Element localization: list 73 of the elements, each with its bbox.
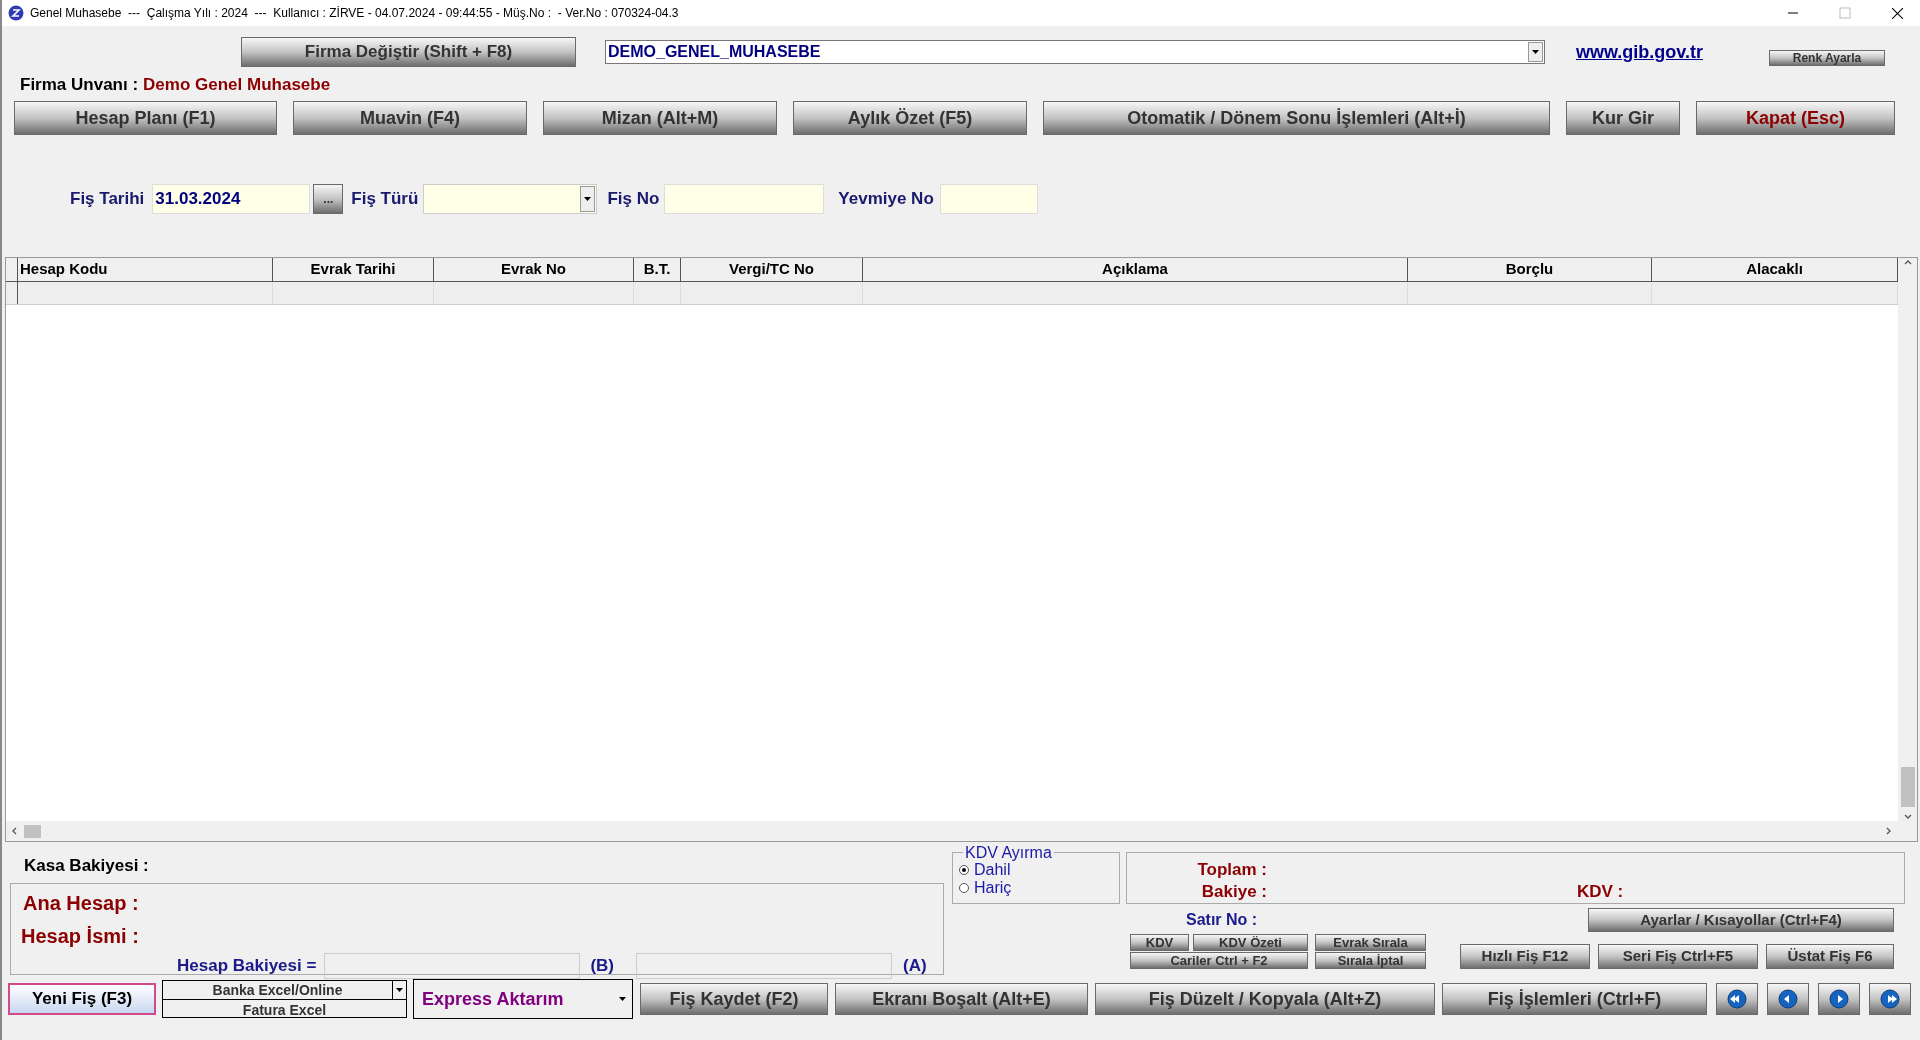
settings-button[interactable]: Ayarlar / Kısayollar (Ctrl+F4) [1588, 908, 1894, 932]
action-button[interactable]: Fiş Kaydet (F2) [640, 983, 828, 1015]
quick-voucher-button[interactable]: Hızlı Fiş F12 [1460, 944, 1590, 969]
column-header[interactable]: Evrak No [434, 258, 634, 281]
column-header[interactable]: Hesap Kodu [18, 258, 273, 281]
main-account-label: Ana Hesap : [23, 890, 140, 916]
small-button[interactable]: Sırala İptal [1315, 952, 1426, 969]
small-button[interactable]: KDV [1130, 934, 1189, 951]
column-header[interactable]: B.T. [634, 258, 681, 281]
voucher-date-field[interactable]: 31.03.2024 [152, 184, 311, 214]
voucher-number-label: Fiş No [607, 188, 660, 211]
account-name-label: Hesap İsmi : [21, 923, 140, 949]
horizontal-scrollbar[interactable] [6, 821, 1917, 841]
new-voucher-button[interactable]: Yeni Fiş (F3) [8, 983, 156, 1015]
row-number-label: Satır No : [1186, 910, 1259, 928]
date-picker-button[interactable]: ... [313, 184, 344, 214]
cash-balance-label: Kasa Bakiyesi : [24, 855, 150, 877]
quick-voucher-button[interactable]: Seri Fiş Ctrl+F5 [1597, 944, 1759, 969]
journal-number-label: Yevmiye No [838, 188, 934, 211]
action-button[interactable]: Fiş İşlemleri (Ctrl+F) [1442, 983, 1707, 1015]
website-link[interactable]: www.gib.gov.tr [1576, 38, 1703, 66]
balance-a-label: (A) [903, 955, 927, 977]
dropdown-icon[interactable] [584, 197, 592, 201]
menu-button[interactable]: Muavin (F4) [293, 101, 527, 135]
bank-excel-combo[interactable]: Banka Excel/Online [163, 981, 406, 1000]
dropdown-icon[interactable] [396, 988, 403, 992]
scrollbar-thumb[interactable] [24, 824, 41, 838]
account-balance-label: Hesap Bakiyesi = [177, 955, 317, 977]
quick-voucher-button[interactable]: Üstat Fiş F6 [1766, 944, 1894, 969]
express-transfer-combo[interactable]: Express Aktarım [413, 979, 633, 1019]
menu-button[interactable]: Otomatik / Dönem Sonu İşlemleri (Alt+İ) [1043, 101, 1550, 135]
window-title: Genel Muhasebe --- Çalışma Yılı : 2024 --- Kullanıcı : ZİRVE - 04.07.2024 - 09:44:55 - Müş.No : - Ver.No : 070324-04.3 [30, 5, 679, 22]
menu-button[interactable]: Kur Gir [1566, 101, 1680, 135]
company-combo[interactable]: DEMO_GENEL_MUHASEBE [605, 40, 1545, 64]
balance-b-label: (B) [590, 955, 614, 977]
voucher-number-field[interactable] [664, 184, 825, 214]
change-firm-button[interactable]: Firma Değiştir (Shift + F8) [241, 37, 576, 67]
radio-button[interactable] [959, 865, 969, 875]
menu-button[interactable]: Hesap Planı (F1) [14, 101, 277, 135]
menu-button[interactable]: Kapat (Esc) [1696, 101, 1895, 135]
vat-split-title: KDV Ayırma [963, 844, 1054, 861]
column-header[interactable]: Borçlu [1408, 258, 1652, 281]
radio-button[interactable] [959, 883, 969, 893]
dropdown-icon[interactable] [1532, 50, 1539, 54]
voucher-date-label: Fiş Tarihi [70, 188, 145, 211]
firm-label: Firma Unvanı : [20, 74, 139, 97]
column-header[interactable]: Açıklama [863, 258, 1408, 281]
balance-label: Bakiye : [1200, 881, 1267, 903]
app-icon [8, 5, 24, 21]
small-button[interactable]: KDV Özeti [1193, 934, 1308, 951]
action-button[interactable]: Ekranı Boşalt (Alt+E) [835, 983, 1088, 1015]
previous-icon[interactable] [1767, 983, 1809, 1015]
close-icon[interactable] [1891, 6, 1904, 20]
color-settings-button[interactable]: Renk Ayarla [1769, 50, 1885, 66]
menu-button[interactable]: Aylık Özet (F5) [793, 101, 1027, 135]
menu-button[interactable]: Mizan (Alt+M) [543, 101, 777, 135]
invoice-excel-button[interactable]: Fatura Excel [163, 1000, 406, 1018]
fast-forward-icon[interactable] [1869, 983, 1911, 1015]
scrollbar-thumb[interactable] [1900, 767, 1915, 807]
column-header[interactable]: Vergi/TC No [681, 258, 863, 281]
total-label: Toplam : [1196, 859, 1267, 881]
column-header[interactable]: Evrak Tarihi [273, 258, 434, 281]
next-icon[interactable] [1818, 983, 1860, 1015]
journal-number-field[interactable] [939, 184, 1038, 214]
small-button[interactable]: Evrak Sırala [1315, 934, 1426, 951]
vertical-scrollbar[interactable] [1898, 258, 1917, 821]
rewind-icon[interactable] [1716, 983, 1758, 1015]
vat-label: KDV : [1577, 881, 1624, 903]
dropdown-icon[interactable] [619, 997, 626, 1001]
firm-name: Demo Genel Muhasebe [143, 74, 331, 97]
voucher-type-label: Fiş Türü [351, 188, 419, 211]
action-button[interactable]: Fiş Düzelt / Kopyala (Alt+Z) [1095, 983, 1435, 1015]
small-button[interactable]: Cariler Ctrl + F2 [1130, 952, 1308, 969]
